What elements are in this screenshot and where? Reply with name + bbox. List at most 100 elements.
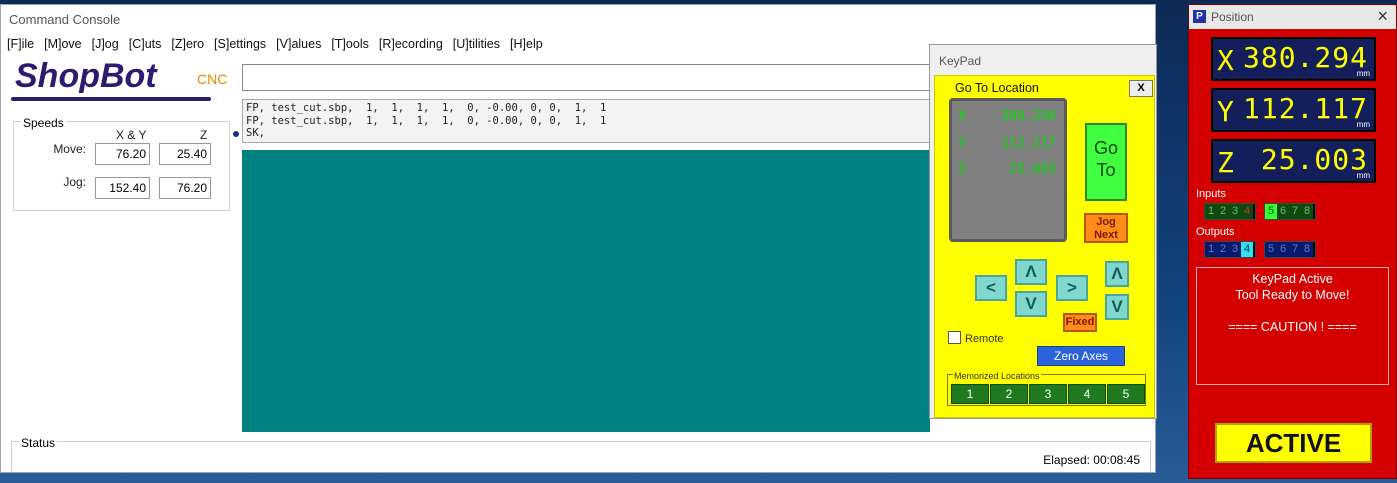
logo-cnc: CNC — [197, 71, 228, 87]
x-position-readout[interactable]: X 380.294 mm — [1211, 37, 1376, 81]
go-to-label-1: Go — [1093, 138, 1118, 158]
menu-jog[interactable]: [J]og — [92, 37, 119, 53]
input-2-indicator: 2 — [1217, 204, 1229, 219]
menu-move[interactable]: [M]ove — [44, 37, 82, 53]
menu-file[interactable]: [F]ile — [7, 37, 34, 53]
input-1-indicator: 1 — [1205, 204, 1217, 219]
inputs-label: Inputs — [1196, 188, 1226, 200]
inputs-5-8: 5 6 7 8 — [1264, 203, 1316, 220]
output-1-indicator[interactable]: 1 — [1205, 242, 1217, 257]
goto-location-display[interactable]: X 380.294 Y 112.117 Z 25.003 — [949, 98, 1067, 242]
history-line: SK, — [246, 127, 265, 139]
active-status-indicator[interactable]: ACTIVE — [1215, 423, 1372, 463]
jog-x-minus-button[interactable]: < — [975, 275, 1007, 301]
output-7-indicator[interactable]: 7 — [1289, 242, 1301, 257]
menu-utilities[interactable]: [U]tilities — [453, 37, 500, 53]
goto-z-axis: Z — [958, 162, 966, 177]
z-axis-label: Z — [1217, 146, 1234, 179]
menu-settings[interactable]: [S]ettings — [214, 37, 266, 53]
fixed-jog-button[interactable]: Fixed — [1063, 313, 1097, 332]
jog-z-minus-button[interactable]: V — [1105, 294, 1129, 320]
goto-y-value: 112.117 — [1001, 136, 1056, 151]
jog-next-label-2: Next — [1094, 229, 1118, 241]
position-titlebar: P Position × — [1189, 5, 1396, 29]
shopbot-wordmark: ShopBot — [15, 57, 158, 93]
goto-x-value: 380.294 — [1001, 109, 1056, 124]
x-axis-label: X — [1217, 44, 1234, 77]
speeds-panel: Speeds X & Y Z Move: Jog: 76.20 25.40 15… — [13, 116, 230, 211]
z-position-value: 25.003 — [1260, 143, 1368, 176]
menu-recording[interactable]: [R]ecording — [379, 37, 443, 53]
z-unit: mm — [1356, 171, 1370, 180]
remote-label: Remote — [965, 333, 1004, 345]
goto-location-heading: Go To Location — [955, 81, 1039, 95]
jog-next-button[interactable]: Jog Next — [1084, 213, 1128, 243]
outputs-label: Outputs — [1196, 226, 1235, 238]
jog-xy-field[interactable]: 152.40 — [95, 177, 150, 199]
output-8-indicator[interactable]: 8 — [1301, 242, 1313, 257]
history-line: FP, test_cut.sbp, 1, 1, 1, 1, 0, -0.00, … — [246, 114, 607, 127]
input-8-indicator: 8 — [1301, 204, 1313, 219]
status-legend: Status — [19, 436, 58, 450]
input-6-indicator: 6 — [1277, 204, 1289, 219]
jog-x-plus-button[interactable]: > — [1056, 275, 1088, 301]
jog-z-plus-button[interactable]: Λ — [1105, 261, 1129, 287]
preview-canvas[interactable] — [242, 150, 930, 432]
memory-location-2-button[interactable]: 2 — [990, 384, 1028, 404]
position-window: P Position × X 380.294 mm Y 112.117 mm Z… — [1188, 4, 1397, 479]
command-history[interactable]: FP, test_cut.sbp, 1, 1, 1, 1, 0, -0.00, … — [242, 99, 942, 143]
menu-zero[interactable]: [Z]ero — [171, 37, 204, 53]
memory-location-1-button[interactable]: 1 — [951, 384, 989, 404]
message-line: ==== CAUTION ! ==== — [1228, 320, 1357, 334]
speeds-col-z: Z — [200, 128, 208, 142]
goto-x-axis: X — [958, 109, 966, 124]
speeds-col-xy: X & Y — [116, 128, 147, 142]
move-z-field[interactable]: 25.40 — [159, 143, 211, 165]
input-4-indicator: 4 — [1241, 204, 1253, 219]
input-5-indicator: 5 — [1265, 204, 1277, 219]
move-speed-label: Move: — [53, 142, 86, 156]
y-position-readout[interactable]: Y 112.117 mm — [1211, 88, 1376, 132]
jog-y-minus-button[interactable]: V — [1015, 291, 1047, 317]
output-5-indicator[interactable]: 5 — [1265, 242, 1277, 257]
keypad-close-button[interactable]: X — [1129, 80, 1153, 97]
menu-bar: [F]ile [M]ove [J]og [C]uts [Z]ero [S]ett… — [7, 37, 553, 53]
status-panel: Status Elapsed: 00:08:45 — [11, 436, 1151, 472]
remote-checkbox[interactable]: Remote — [948, 331, 1004, 345]
outputs-1-4: 1 2 3 4 — [1204, 241, 1256, 258]
zero-axes-button[interactable]: Zero Axes — [1037, 346, 1125, 366]
menu-values[interactable]: [V]alues — [276, 37, 321, 53]
move-xy-field[interactable]: 76.20 — [95, 143, 150, 165]
jog-z-field[interactable]: 76.20 — [159, 177, 211, 199]
memory-location-5-button[interactable]: 5 — [1107, 384, 1145, 404]
memorized-locations-label: Memorized Locations — [953, 371, 1041, 381]
menu-tools[interactable]: [T]ools — [331, 37, 369, 53]
go-to-button[interactable]: Go To — [1085, 123, 1127, 201]
elapsed-time: Elapsed: 00:08:45 — [1043, 453, 1140, 467]
y-position-value: 112.117 — [1242, 92, 1368, 125]
current-line-marker — [233, 131, 239, 137]
keypad-panel: Go To Location X X 380.294 Y 112.117 Z 2… — [934, 75, 1155, 418]
memory-location-4-button[interactable]: 4 — [1068, 384, 1106, 404]
keypad-title: KeyPad — [939, 54, 982, 68]
inputs-1-4: 1 2 3 4 — [1204, 203, 1256, 220]
goto-y-axis: Y — [958, 136, 966, 151]
logo-underline — [11, 97, 211, 101]
goto-z-value: 25.003 — [1009, 162, 1056, 177]
output-3-indicator[interactable]: 3 — [1229, 242, 1241, 257]
jog-speed-label: Jog: — [63, 175, 86, 189]
output-4-indicator[interactable]: 4 — [1241, 242, 1253, 257]
menu-cuts[interactable]: [C]uts — [129, 37, 162, 53]
app-icon: P — [1193, 10, 1206, 23]
remote-checkbox-box[interactable] — [948, 331, 961, 344]
command-input[interactable] — [242, 64, 942, 91]
memory-location-3-button[interactable]: 3 — [1029, 384, 1067, 404]
jog-y-plus-button[interactable]: Λ — [1015, 259, 1047, 285]
z-position-readout[interactable]: Z 25.003 mm — [1211, 139, 1376, 183]
menu-help[interactable]: [H]elp — [510, 37, 543, 53]
close-icon[interactable]: × — [1377, 6, 1388, 27]
message-line — [1197, 303, 1388, 319]
output-6-indicator[interactable]: 6 — [1277, 242, 1289, 257]
status-message-panel: KeyPad Active Tool Ready to Move! ==== C… — [1196, 267, 1389, 385]
output-2-indicator[interactable]: 2 — [1217, 242, 1229, 257]
